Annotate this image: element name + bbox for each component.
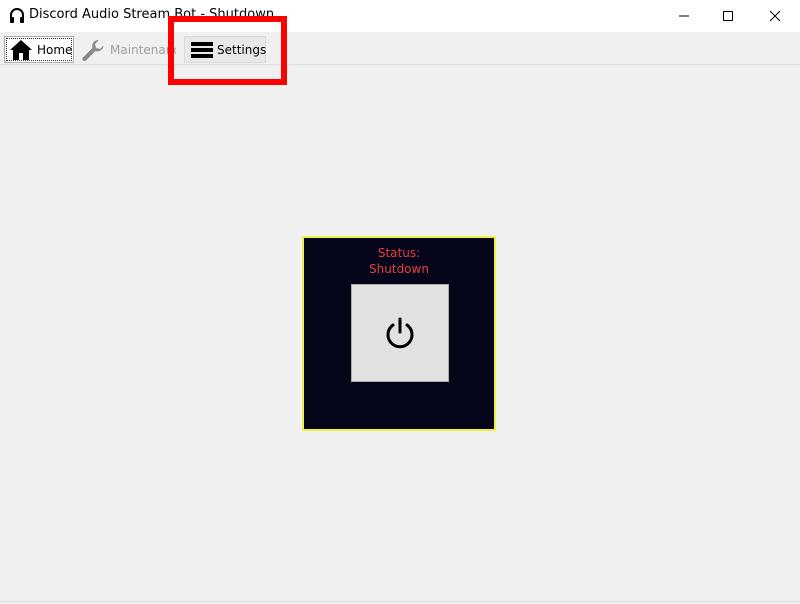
- tab-maintenance-label: Maintenance: [110, 42, 176, 57]
- headphones-icon: [10, 8, 24, 23]
- window-bottom-border: [0, 601, 800, 602]
- power-icon: [386, 317, 414, 349]
- minimize-icon: [679, 15, 689, 17]
- home-icon: [10, 39, 32, 60]
- maximize-icon: [723, 11, 733, 21]
- tab-home-label: Home: [37, 42, 73, 57]
- wrench-icon: [82, 39, 104, 61]
- tab-strip: Home Maintenance Settings: [0, 32, 800, 66]
- minimize-button[interactable]: [661, 0, 707, 32]
- close-button[interactable]: [752, 0, 798, 32]
- status-value: Shutdown: [369, 262, 429, 276]
- status-label: Status:: [377, 246, 421, 260]
- tab-home[interactable]: Home: [4, 36, 74, 63]
- app-window: Discord Audio Stream Bot - Shutdown Home: [0, 0, 800, 604]
- power-button[interactable]: [351, 284, 449, 382]
- close-icon: [769, 10, 781, 22]
- highlight-box: [168, 16, 287, 85]
- tab-strip-divider: [0, 64, 800, 65]
- status-panel: Status: Shutdown: [302, 236, 496, 431]
- maximize-button[interactable]: [705, 0, 751, 32]
- title-bar: Discord Audio Stream Bot - Shutdown: [0, 0, 800, 32]
- tab-maintenance[interactable]: Maintenance: [78, 36, 176, 63]
